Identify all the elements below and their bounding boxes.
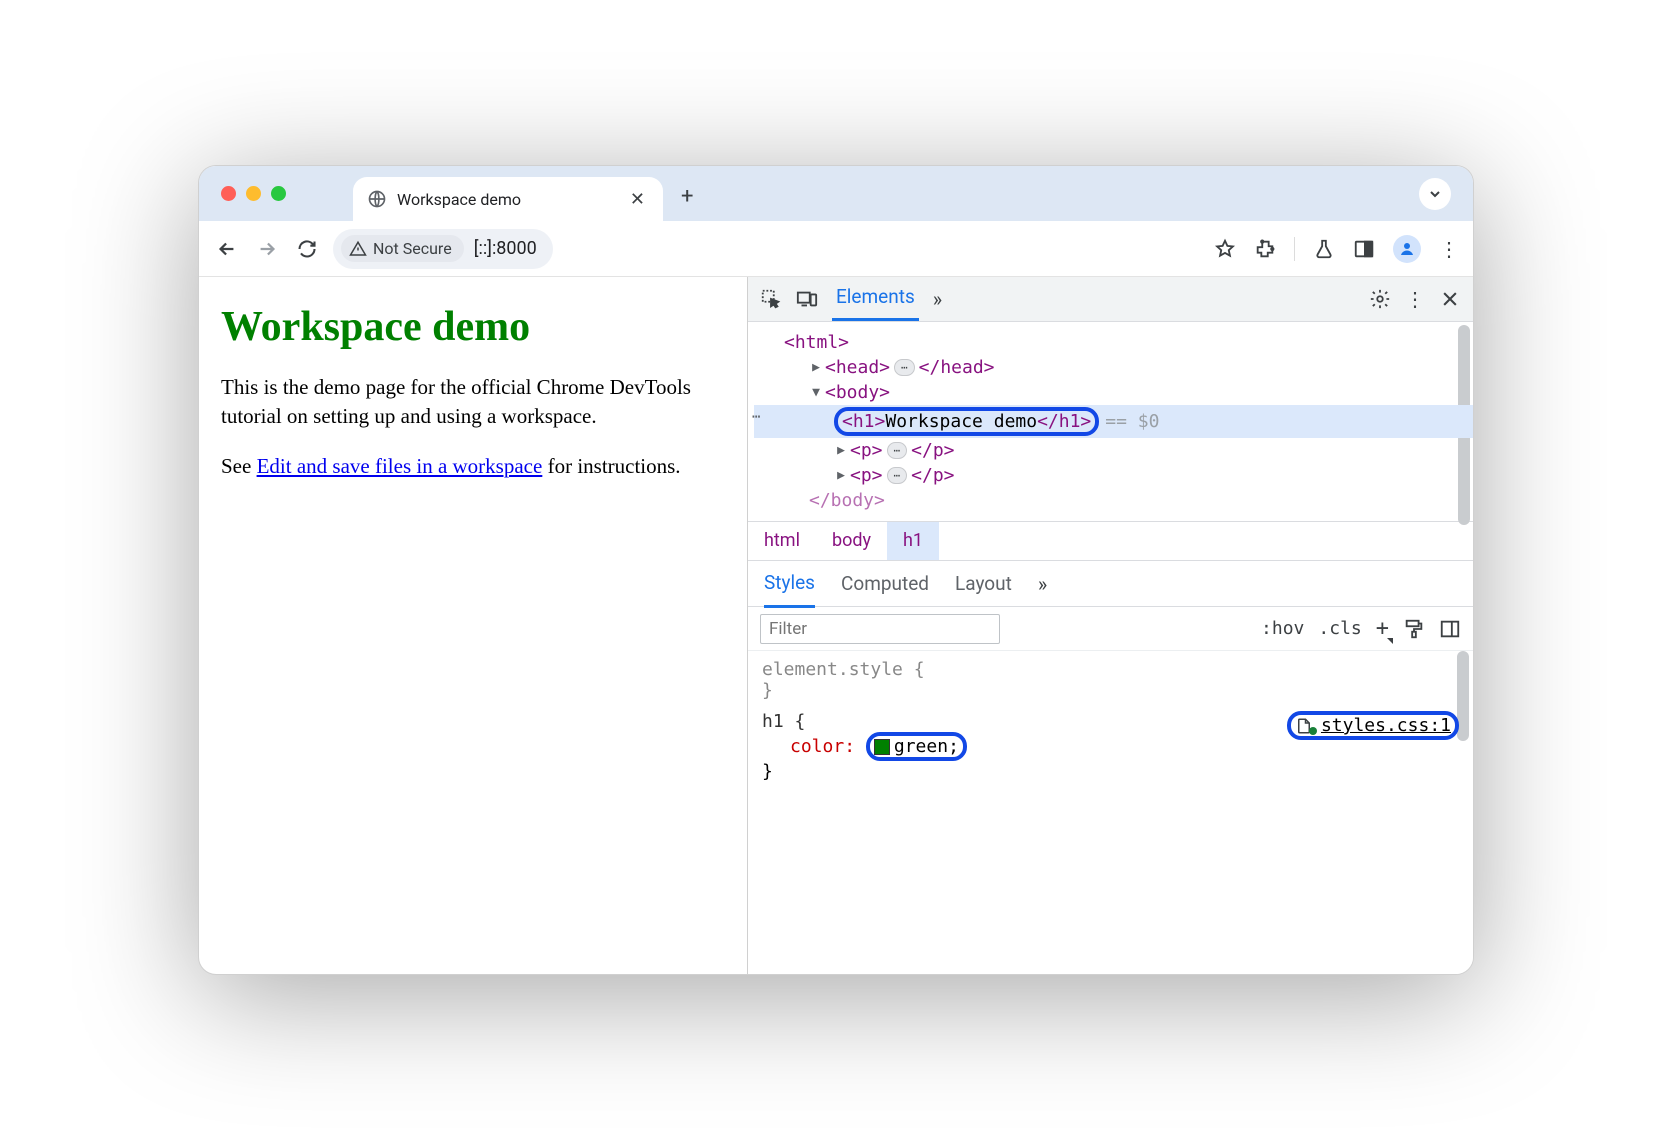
dom-tree[interactable]: <html> ▶<head>⋯</head> ▼<body> ⋯ <h1>Wor… bbox=[748, 322, 1473, 521]
cls-toggle[interactable]: .cls bbox=[1318, 618, 1361, 639]
window-minimize-icon[interactable] bbox=[246, 186, 261, 201]
breadcrumb-body[interactable]: body bbox=[816, 522, 887, 560]
profile-avatar[interactable] bbox=[1393, 235, 1421, 263]
dom-node-body[interactable]: ▼<body> bbox=[754, 380, 1473, 405]
dom-node-body-close[interactable]: </body> bbox=[754, 488, 1473, 513]
url-text: [::]:8000 bbox=[464, 238, 537, 259]
styles-rules[interactable]: element.style { } styles.css:1 h1 { colo… bbox=[748, 651, 1473, 974]
highlight-color-value: green; bbox=[866, 732, 967, 761]
devtools-tab-elements[interactable]: Elements bbox=[832, 275, 919, 321]
computed-panel-icon[interactable] bbox=[1439, 618, 1461, 640]
person-icon bbox=[1398, 240, 1416, 258]
color-swatch-icon[interactable] bbox=[874, 739, 890, 755]
dom-node-p2[interactable]: ▶<p>⋯</p> bbox=[754, 463, 1473, 488]
subtab-layout[interactable]: Layout bbox=[955, 561, 1012, 606]
device-toolbar-icon[interactable] bbox=[796, 288, 818, 310]
devtools-close-icon[interactable] bbox=[1439, 288, 1461, 310]
tutorial-link[interactable]: Edit and save files in a workspace bbox=[257, 454, 543, 478]
page-paragraph-2: See Edit and save files in a workspace f… bbox=[221, 452, 725, 481]
close-tab-icon[interactable]: ✕ bbox=[626, 189, 649, 210]
labs-flask-icon[interactable] bbox=[1313, 238, 1335, 260]
content-area: Workspace demo This is the demo page for… bbox=[199, 277, 1473, 974]
page-heading: Workspace demo bbox=[221, 303, 725, 351]
security-chip[interactable]: Not Secure bbox=[341, 235, 464, 262]
new-tab-button[interactable]: + bbox=[681, 184, 693, 209]
styles-filter-row: :hov .cls + bbox=[748, 607, 1473, 651]
subtab-computed[interactable]: Computed bbox=[841, 561, 929, 606]
window-traffic-lights[interactable] bbox=[221, 186, 286, 201]
rule-element-style[interactable]: element.style { } bbox=[762, 659, 1459, 701]
side-panel-icon[interactable] bbox=[1353, 238, 1375, 260]
dom-node-h1-selected[interactable]: ⋯ <h1>Workspace demo</h1> == $0 bbox=[754, 405, 1473, 438]
paint-format-icon[interactable] bbox=[1403, 618, 1425, 640]
tab-strip: Workspace demo ✕ + bbox=[199, 166, 1473, 221]
toolbar-actions: ⋮ bbox=[1214, 235, 1459, 263]
highlight-h1: <h1>Workspace demo</h1> bbox=[834, 407, 1099, 436]
bookmark-star-icon[interactable] bbox=[1214, 238, 1236, 260]
address-bar[interactable]: Not Secure [::]:8000 bbox=[333, 229, 553, 269]
devtools-topbar: Elements » ⋮ bbox=[748, 277, 1473, 322]
inspect-element-icon[interactable] bbox=[760, 288, 782, 310]
reload-button[interactable] bbox=[293, 235, 321, 263]
rule-source-link-highlight[interactable]: styles.css:1 bbox=[1287, 711, 1459, 740]
new-style-rule-icon[interactable]: + bbox=[1376, 616, 1389, 641]
browser-tab[interactable]: Workspace demo ✕ bbox=[353, 177, 663, 221]
subtab-styles[interactable]: Styles bbox=[764, 560, 815, 608]
warning-icon bbox=[349, 240, 367, 258]
more-subtabs-icon[interactable]: » bbox=[1038, 572, 1047, 596]
devtools-panel: Elements » ⋮ <html> ▶<head>⋯</head> ▼<bo… bbox=[747, 277, 1473, 974]
forward-button[interactable] bbox=[253, 235, 281, 263]
window-close-icon[interactable] bbox=[221, 186, 236, 201]
tab-list-button[interactable] bbox=[1419, 178, 1451, 210]
dom-breadcrumb: html body h1 bbox=[748, 521, 1473, 561]
browser-toolbar: Not Secure [::]:8000 ⋮ bbox=[199, 221, 1473, 277]
browser-window: Workspace demo ✕ + Not Secure [::]:8000 bbox=[198, 165, 1474, 975]
styles-filter-input[interactable] bbox=[760, 614, 1000, 644]
breadcrumb-h1[interactable]: h1 bbox=[887, 522, 939, 560]
settings-gear-icon[interactable] bbox=[1369, 288, 1391, 310]
rule-h1[interactable]: styles.css:1 h1 { color: green; } bbox=[762, 711, 1459, 782]
window-zoom-icon[interactable] bbox=[271, 186, 286, 201]
devtools-menu-icon[interactable]: ⋮ bbox=[1405, 289, 1425, 309]
back-button[interactable] bbox=[213, 235, 241, 263]
styles-subtabs: Styles Computed Layout » bbox=[748, 561, 1473, 607]
extensions-icon[interactable] bbox=[1254, 238, 1276, 260]
dom-node-head[interactable]: ▶<head>⋯</head> bbox=[754, 355, 1473, 380]
page-viewport: Workspace demo This is the demo page for… bbox=[199, 277, 747, 974]
green-dot-icon bbox=[1309, 727, 1317, 735]
breadcrumb-html[interactable]: html bbox=[748, 522, 816, 560]
hov-toggle[interactable]: :hov bbox=[1261, 618, 1304, 639]
dom-node-p1[interactable]: ▶<p>⋯</p> bbox=[754, 438, 1473, 463]
rule-source-file[interactable]: styles.css:1 bbox=[1321, 715, 1451, 736]
browser-menu-button[interactable]: ⋮ bbox=[1439, 239, 1459, 259]
globe-icon bbox=[367, 189, 387, 209]
page-paragraph-1: This is the demo page for the official C… bbox=[221, 373, 725, 432]
more-tabs-icon[interactable]: » bbox=[933, 287, 942, 311]
dom-node-html[interactable]: <html> bbox=[754, 330, 1473, 355]
tab-title: Workspace demo bbox=[397, 190, 616, 209]
security-label: Not Secure bbox=[373, 239, 452, 258]
